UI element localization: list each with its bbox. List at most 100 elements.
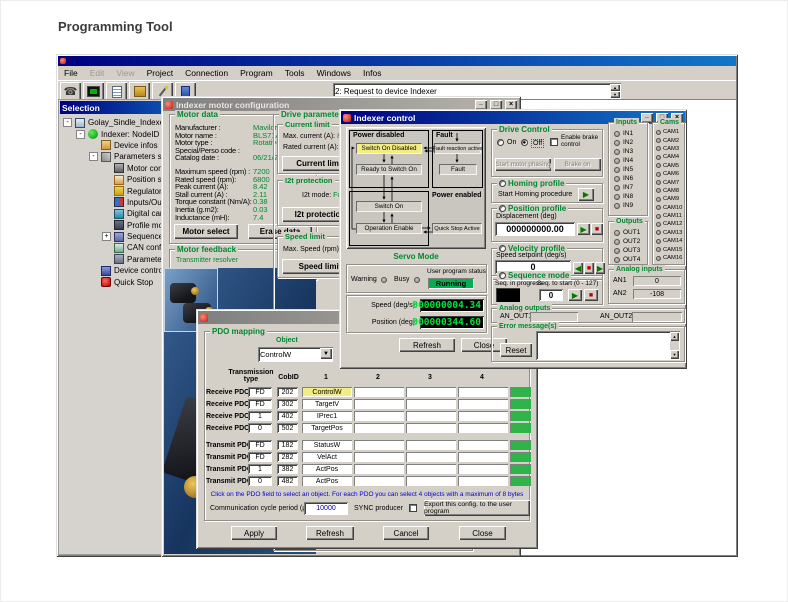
minimize-icon[interactable]	[475, 100, 487, 110]
pdo-object-cell-4[interactable]	[458, 452, 508, 462]
export-config-button[interactable]: Export this config. to the user program	[424, 500, 530, 516]
scroll-up-icon[interactable]	[670, 332, 679, 341]
an-out2-field[interactable]	[632, 312, 682, 322]
pdo-object-cell-4[interactable]	[458, 399, 508, 409]
pdo-object-cell-4[interactable]	[458, 423, 508, 433]
pdo-object-cell-4[interactable]	[458, 440, 508, 450]
combo-spin-up[interactable]	[610, 84, 620, 91]
cobid-field[interactable]: 182	[277, 440, 298, 450]
cycle-period-field[interactable]: 10000	[304, 502, 348, 515]
pdo-object-cell-1[interactable]: IPrec1	[302, 411, 352, 421]
homing-profile-radio[interactable]	[499, 180, 506, 187]
pdo-object-cell-3[interactable]	[406, 464, 456, 474]
menu-item[interactable]: Windows	[311, 66, 357, 80]
refresh-button[interactable]: Refresh	[399, 338, 455, 352]
velocity-profile-radio[interactable]	[499, 245, 506, 252]
position-start-button[interactable]	[577, 223, 590, 235]
close-icon[interactable]	[505, 100, 517, 110]
object-dropdown[interactable]: ControlW	[258, 347, 333, 362]
pdo-object-cell-1[interactable]: StatusW	[302, 440, 352, 450]
position-profile-radio[interactable]	[499, 205, 506, 212]
menu-item[interactable]: View	[110, 66, 140, 80]
menu-item[interactable]: Tools	[279, 66, 311, 80]
sync-producer-checkbox[interactable]	[409, 504, 417, 512]
cobid-field[interactable]: 502	[277, 423, 298, 433]
menu-item[interactable]: Connection	[179, 66, 234, 80]
sequence-mode-radio[interactable]	[499, 272, 506, 279]
pdo-object-cell-2[interactable]	[354, 476, 404, 486]
cobid-field[interactable]: 202	[277, 387, 298, 397]
velocity-back-button[interactable]	[573, 262, 583, 274]
cobid-field[interactable]: 482	[277, 476, 298, 486]
pdo-object-cell-1[interactable]: TargetPos	[302, 423, 352, 433]
sequence-stop-button[interactable]	[584, 289, 598, 301]
pdo-cancel-button[interactable]: Cancel	[383, 526, 429, 540]
pdo-object-cell-4[interactable]	[458, 464, 508, 474]
transmission-type-field[interactable]: FD	[248, 399, 272, 409]
main-titlebar[interactable]	[58, 56, 736, 66]
transmission-type-field[interactable]: 0	[248, 423, 272, 433]
pdo-object-cell-3[interactable]	[406, 387, 456, 397]
combo-spin-down[interactable]	[610, 91, 620, 98]
menu-item[interactable]: Edit	[84, 66, 111, 80]
transmission-type-field[interactable]: 1	[248, 411, 272, 421]
pdo-object-cell-1[interactable]: TargetV	[302, 399, 352, 409]
pdo-object-cell-2[interactable]	[354, 452, 404, 462]
pdo-refresh-button[interactable]: Refresh	[306, 526, 354, 540]
pdo-object-cell-1[interactable]: ControlW	[302, 387, 352, 397]
reset-button[interactable]: Reset	[500, 343, 532, 357]
cobid-field[interactable]: 282	[277, 452, 298, 462]
pdo-object-cell-3[interactable]	[406, 440, 456, 450]
menu-item[interactable]: File	[58, 66, 84, 80]
pdo-object-cell-2[interactable]	[354, 423, 404, 433]
maximize-icon[interactable]	[490, 100, 502, 110]
menu-item[interactable]: Infos	[357, 66, 387, 80]
pdo-object-cell-2[interactable]	[354, 399, 404, 409]
cobid-field[interactable]: 402	[277, 411, 298, 421]
tree-expand-toggle[interactable]: -	[89, 152, 98, 161]
dropdown-arrow-icon[interactable]	[320, 348, 332, 359]
cobid-field[interactable]: 382	[277, 464, 298, 474]
pdo-object-cell-3[interactable]	[406, 411, 456, 421]
transmission-type-field[interactable]: FD	[248, 387, 272, 397]
menu-item[interactable]: Project	[141, 66, 179, 80]
position-stop-button[interactable]	[591, 223, 603, 235]
sequence-start-button[interactable]	[568, 289, 582, 301]
transmission-type-field[interactable]: 0	[248, 476, 272, 486]
start-phasing-button[interactable]: Start motor phasing	[495, 158, 551, 171]
pdo-object-cell-2[interactable]	[354, 440, 404, 450]
pdo-object-cell-1[interactable]: ActPos	[302, 476, 352, 486]
pdo-object-cell-3[interactable]	[406, 423, 456, 433]
pdo-object-cell-3[interactable]	[406, 476, 456, 486]
an-out1-field[interactable]	[530, 312, 578, 322]
displacement-field[interactable]: 000000000.00	[495, 222, 575, 236]
velocity-stop-button[interactable]	[584, 262, 594, 274]
tree-expand-toggle[interactable]: -	[76, 130, 85, 139]
transmission-type-field[interactable]: FD	[248, 452, 272, 462]
pdo-object-cell-4[interactable]	[458, 476, 508, 486]
off-radio[interactable]	[521, 139, 528, 146]
minimize-icon[interactable]	[641, 113, 653, 123]
pdo-object-cell-4[interactable]	[458, 387, 508, 397]
on-radio[interactable]	[497, 139, 504, 146]
tree-expand-toggle[interactable]: -	[63, 118, 72, 127]
error-scrollbar[interactable]	[670, 332, 679, 359]
brake-on-button[interactable]: Brake on	[554, 158, 601, 171]
pdo-object-cell-2[interactable]	[354, 464, 404, 474]
pdo-object-cell-3[interactable]	[406, 399, 456, 409]
pdo-object-cell-3[interactable]	[406, 452, 456, 462]
menu-item[interactable]: Program	[234, 66, 279, 80]
transmission-type-field[interactable]: FD	[248, 440, 272, 450]
pdo-object-cell-2[interactable]	[354, 387, 404, 397]
apply-button[interactable]: Apply	[231, 526, 277, 540]
scroll-down-icon[interactable]	[670, 350, 679, 359]
seq-to-start-field[interactable]: 0	[539, 289, 563, 301]
homing-start-button[interactable]	[578, 188, 594, 201]
enable-brake-checkbox[interactable]	[550, 138, 558, 146]
pdo-object-cell-4[interactable]	[458, 411, 508, 421]
motor-select-button[interactable]: Motor select	[174, 224, 238, 239]
transmission-type-field[interactable]: 1	[248, 464, 272, 474]
pdo-object-cell-1[interactable]: ActPos	[302, 464, 352, 474]
pdo-object-cell-1[interactable]: VelAct	[302, 452, 352, 462]
pdo-close-button[interactable]: Close	[459, 526, 506, 540]
